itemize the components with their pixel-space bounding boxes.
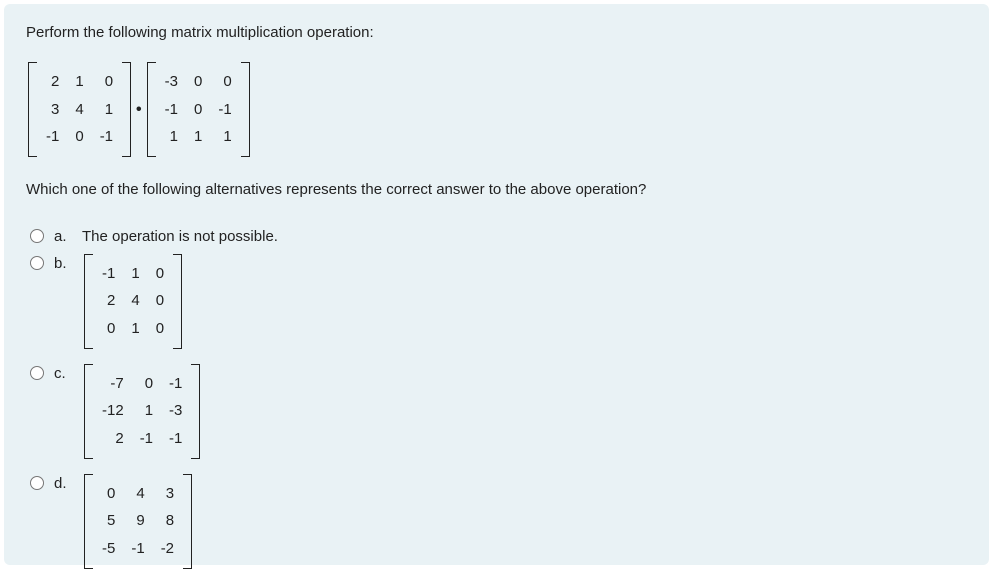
question-panel: Perform the following matrix multiplicat…: [4, 4, 989, 565]
matrix-cell: -1: [38, 123, 67, 151]
matrix-cell: 1: [132, 397, 161, 425]
matrix-cell: 0: [92, 68, 121, 96]
matrix-cell: 4: [123, 480, 152, 508]
matrix-expression: 2 1 0 3 4 1 -1 0 -1 • -3: [26, 58, 252, 161]
matrix-cell: 2: [94, 287, 123, 315]
option-letter: c.: [54, 362, 74, 385]
matrix-cell: 3: [38, 96, 67, 124]
option-letter: a.: [54, 225, 74, 248]
matrix-cell: 0: [186, 96, 210, 124]
matrix-cell: -12: [94, 397, 132, 425]
multiply-dot-icon: •: [133, 98, 145, 121]
matrix-cell: 1: [92, 96, 121, 124]
matrix-cell: -1: [161, 370, 190, 398]
matrix-cell: 5: [94, 507, 123, 535]
option-letter: d.: [54, 472, 74, 495]
option-a-text: The operation is not possible.: [74, 225, 278, 248]
question-prompt: Which one of the following alternatives …: [26, 179, 967, 201]
matrix-cell: 0: [132, 370, 161, 398]
question-intro: Perform the following matrix multiplicat…: [26, 22, 967, 44]
matrix-left: 2 1 0 3 4 1 -1 0 -1: [28, 62, 131, 157]
matrix-cell: 2: [38, 68, 67, 96]
matrix-cell: 0: [67, 123, 91, 151]
options-group: a. The operation is not possible. b. -1 …: [26, 219, 967, 578]
radio-option-c[interactable]: [30, 366, 44, 380]
matrix-cell: -7: [94, 370, 132, 398]
matrix-cell: 3: [153, 480, 182, 508]
option-b-content: -1 1 0 2 4 0 0 1 0: [74, 252, 184, 358]
matrix-cell: -1: [210, 96, 239, 124]
option-c-content: -7 0 -1 -12 1 -3 2 -1 -1: [74, 362, 202, 468]
matrix-cell: 1: [186, 123, 210, 151]
matrix-cell: -3: [161, 397, 190, 425]
matrix-cell: -1: [94, 260, 123, 288]
matrix-cell: 4: [123, 287, 147, 315]
matrix-cell: 1: [67, 68, 91, 96]
matrix-cell: -1: [161, 425, 190, 453]
radio-option-b[interactable]: [30, 256, 44, 270]
option-c: c. -7 0 -1 -12 1 -3: [30, 362, 967, 468]
option-d-matrix: 0 4 3 5 9 8 -5 -1 -2: [84, 474, 192, 569]
option-d: d. 0 4 3 5 9 8: [30, 472, 967, 578]
radio-option-a[interactable]: [30, 229, 44, 243]
matrix-cell: -1: [92, 123, 121, 151]
matrix-cell: 0: [210, 68, 239, 96]
matrix-cell: 0: [148, 287, 172, 315]
matrix-cell: 0: [94, 480, 123, 508]
matrix-cell: 1: [210, 123, 239, 151]
option-d-content: 0 4 3 5 9 8 -5 -1 -2: [74, 472, 194, 578]
option-b-matrix: -1 1 0 2 4 0 0 1 0: [84, 254, 182, 349]
matrix-cell: 0: [148, 260, 172, 288]
matrix-cell: 8: [153, 507, 182, 535]
matrix-right: -3 0 0 -1 0 -1 1 1 1: [147, 62, 250, 157]
option-c-matrix: -7 0 -1 -12 1 -3 2 -1 -1: [84, 364, 200, 459]
matrix-cell: 9: [123, 507, 152, 535]
matrix-cell: 2: [94, 425, 132, 453]
matrix-cell: 1: [123, 260, 147, 288]
matrix-cell: -3: [157, 68, 186, 96]
matrix-cell: -1: [123, 535, 152, 563]
matrix-cell: 1: [123, 315, 147, 343]
matrix-cell: 4: [67, 96, 91, 124]
option-letter: b.: [54, 252, 74, 275]
option-b: b. -1 1 0 2 4 0: [30, 252, 967, 358]
matrix-cell: -2: [153, 535, 182, 563]
matrix-cell: 0: [186, 68, 210, 96]
matrix-cell: 0: [94, 315, 123, 343]
option-a: a. The operation is not possible.: [30, 225, 967, 248]
matrix-cell: -1: [157, 96, 186, 124]
matrix-cell: 1: [157, 123, 186, 151]
matrix-cell: -5: [94, 535, 123, 563]
radio-option-d[interactable]: [30, 476, 44, 490]
matrix-cell: 0: [148, 315, 172, 343]
matrix-cell: -1: [132, 425, 161, 453]
